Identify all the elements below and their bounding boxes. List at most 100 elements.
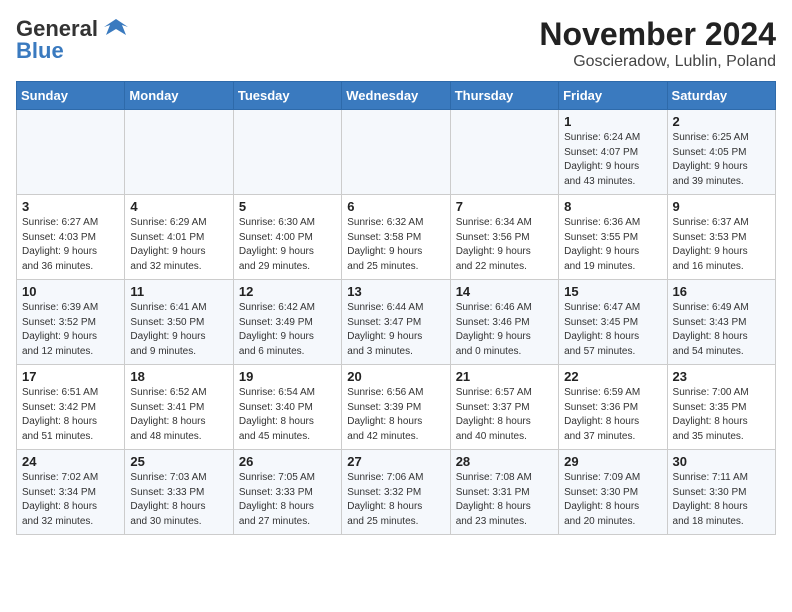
calendar-week-row: 24 Sunrise: 7:02 AM Sunset: 3:34 PM Dayli…	[17, 450, 776, 535]
calendar-cell: 19 Sunrise: 6:54 AM Sunset: 3:40 PM Dayli…	[233, 365, 341, 450]
day-number: 12	[239, 284, 336, 299]
calendar-cell: 6 Sunrise: 6:32 AM Sunset: 3:58 PM Daylig…	[342, 195, 450, 280]
day-number: 27	[347, 454, 444, 469]
calendar-cell	[342, 110, 450, 195]
day-number: 16	[673, 284, 770, 299]
calendar-week-row: 10 Sunrise: 6:39 AM Sunset: 3:52 PM Dayli…	[17, 280, 776, 365]
calendar-cell: 8 Sunrise: 6:36 AM Sunset: 3:55 PM Daylig…	[559, 195, 667, 280]
day-info: Sunrise: 6:56 AM Sunset: 3:39 PM Dayligh…	[347, 386, 444, 444]
calendar-cell	[450, 110, 558, 195]
calendar-cell: 13 Sunrise: 6:44 AM Sunset: 3:47 PM Dayli…	[342, 280, 450, 365]
calendar-week-row: 17 Sunrise: 6:51 AM Sunset: 3:42 PM Dayli…	[17, 365, 776, 450]
day-info: Sunrise: 6:47 AM Sunset: 3:45 PM Dayligh…	[564, 301, 661, 359]
header-sunday: Sunday	[17, 82, 125, 110]
calendar-week-row: 1 Sunrise: 6:24 AM Sunset: 4:07 PM Daylig…	[17, 110, 776, 195]
day-info: Sunrise: 7:03 AM Sunset: 3:33 PM Dayligh…	[130, 471, 227, 529]
day-number: 30	[673, 454, 770, 469]
day-number: 1	[564, 114, 661, 129]
day-info: Sunrise: 6:24 AM Sunset: 4:07 PM Dayligh…	[564, 131, 661, 189]
calendar-cell: 26 Sunrise: 7:05 AM Sunset: 3:33 PM Dayli…	[233, 450, 341, 535]
day-number: 20	[347, 369, 444, 384]
calendar-cell: 11 Sunrise: 6:41 AM Sunset: 3:50 PM Dayli…	[125, 280, 233, 365]
day-number: 29	[564, 454, 661, 469]
location: Goscieradow, Lublin, Poland	[539, 53, 776, 71]
day-info: Sunrise: 6:32 AM Sunset: 3:58 PM Dayligh…	[347, 216, 444, 274]
day-info: Sunrise: 6:29 AM Sunset: 4:01 PM Dayligh…	[130, 216, 227, 274]
page-header: General Blue November 2024 Goscieradow, …	[16, 16, 776, 71]
calendar-cell	[125, 110, 233, 195]
day-number: 8	[564, 199, 661, 214]
day-number: 22	[564, 369, 661, 384]
title-block: November 2024 Goscieradow, Lublin, Polan…	[539, 16, 776, 71]
calendar-cell: 20 Sunrise: 6:56 AM Sunset: 3:39 PM Dayli…	[342, 365, 450, 450]
header-friday: Friday	[559, 82, 667, 110]
day-info: Sunrise: 6:41 AM Sunset: 3:50 PM Dayligh…	[130, 301, 227, 359]
day-info: Sunrise: 6:54 AM Sunset: 3:40 PM Dayligh…	[239, 386, 336, 444]
day-number: 14	[456, 284, 553, 299]
day-number: 4	[130, 199, 227, 214]
logo-text-blue: Blue	[16, 38, 64, 64]
day-info: Sunrise: 6:49 AM Sunset: 3:43 PM Dayligh…	[673, 301, 770, 359]
day-number: 24	[22, 454, 119, 469]
calendar-cell: 27 Sunrise: 7:06 AM Sunset: 3:32 PM Dayli…	[342, 450, 450, 535]
day-info: Sunrise: 6:37 AM Sunset: 3:53 PM Dayligh…	[673, 216, 770, 274]
logo: General Blue	[16, 16, 130, 64]
calendar-cell: 1 Sunrise: 6:24 AM Sunset: 4:07 PM Daylig…	[559, 110, 667, 195]
day-info: Sunrise: 6:44 AM Sunset: 3:47 PM Dayligh…	[347, 301, 444, 359]
calendar-cell: 14 Sunrise: 6:46 AM Sunset: 3:46 PM Dayli…	[450, 280, 558, 365]
day-number: 25	[130, 454, 227, 469]
header-saturday: Saturday	[667, 82, 775, 110]
day-info: Sunrise: 6:25 AM Sunset: 4:05 PM Dayligh…	[673, 131, 770, 189]
day-number: 6	[347, 199, 444, 214]
header-tuesday: Tuesday	[233, 82, 341, 110]
day-number: 23	[673, 369, 770, 384]
day-info: Sunrise: 6:36 AM Sunset: 3:55 PM Dayligh…	[564, 216, 661, 274]
calendar-cell: 21Sunrise: 6:57 AM Sunset: 3:37 PM Dayli…	[450, 365, 558, 450]
calendar-cell: 25 Sunrise: 7:03 AM Sunset: 3:33 PM Dayli…	[125, 450, 233, 535]
calendar-cell: 28Sunrise: 7:08 AM Sunset: 3:31 PM Dayli…	[450, 450, 558, 535]
calendar-cell: 30Sunrise: 7:11 AM Sunset: 3:30 PM Dayli…	[667, 450, 775, 535]
day-number: 26	[239, 454, 336, 469]
day-info: Sunrise: 7:00 AM Sunset: 3:35 PM Dayligh…	[673, 386, 770, 444]
day-number: 21	[456, 369, 553, 384]
day-number: 13	[347, 284, 444, 299]
calendar-cell: 16 Sunrise: 6:49 AM Sunset: 3:43 PM Dayli…	[667, 280, 775, 365]
day-info: Sunrise: 7:05 AM Sunset: 3:33 PM Dayligh…	[239, 471, 336, 529]
calendar-cell: 24 Sunrise: 7:02 AM Sunset: 3:34 PM Dayli…	[17, 450, 125, 535]
day-info: Sunrise: 6:42 AM Sunset: 3:49 PM Dayligh…	[239, 301, 336, 359]
calendar-cell: 18Sunrise: 6:52 AM Sunset: 3:41 PM Dayli…	[125, 365, 233, 450]
month-title: November 2024	[539, 16, 776, 53]
calendar-cell: 17 Sunrise: 6:51 AM Sunset: 3:42 PM Dayli…	[17, 365, 125, 450]
day-info: Sunrise: 6:34 AM Sunset: 3:56 PM Dayligh…	[456, 216, 553, 274]
day-info: Sunrise: 6:46 AM Sunset: 3:46 PM Dayligh…	[456, 301, 553, 359]
day-info: Sunrise: 7:02 AM Sunset: 3:34 PM Dayligh…	[22, 471, 119, 529]
calendar-header-row: SundayMondayTuesdayWednesdayThursdayFrid…	[17, 82, 776, 110]
day-number: 19	[239, 369, 336, 384]
day-info: Sunrise: 6:51 AM Sunset: 3:42 PM Dayligh…	[22, 386, 119, 444]
day-info: Sunrise: 7:06 AM Sunset: 3:32 PM Dayligh…	[347, 471, 444, 529]
calendar-cell: 9 Sunrise: 6:37 AM Sunset: 3:53 PM Daylig…	[667, 195, 775, 280]
day-number: 7	[456, 199, 553, 214]
calendar-cell: 2Sunrise: 6:25 AM Sunset: 4:05 PM Daylig…	[667, 110, 775, 195]
day-number: 9	[673, 199, 770, 214]
day-number: 28	[456, 454, 553, 469]
header-wednesday: Wednesday	[342, 82, 450, 110]
calendar-cell: 12 Sunrise: 6:42 AM Sunset: 3:49 PM Dayli…	[233, 280, 341, 365]
logo-bird-icon	[102, 17, 130, 41]
day-info: Sunrise: 6:39 AM Sunset: 3:52 PM Dayligh…	[22, 301, 119, 359]
day-number: 5	[239, 199, 336, 214]
calendar-cell	[233, 110, 341, 195]
day-info: Sunrise: 6:52 AM Sunset: 3:41 PM Dayligh…	[130, 386, 227, 444]
calendar-week-row: 3Sunrise: 6:27 AM Sunset: 4:03 PM Daylig…	[17, 195, 776, 280]
header-thursday: Thursday	[450, 82, 558, 110]
calendar-cell: 7 Sunrise: 6:34 AM Sunset: 3:56 PM Daylig…	[450, 195, 558, 280]
calendar-cell: 15 Sunrise: 6:47 AM Sunset: 3:45 PM Dayli…	[559, 280, 667, 365]
day-number: 15	[564, 284, 661, 299]
day-number: 11	[130, 284, 227, 299]
calendar-cell	[17, 110, 125, 195]
day-number: 10	[22, 284, 119, 299]
calendar-table: SundayMondayTuesdayWednesdayThursdayFrid…	[16, 81, 776, 535]
calendar-cell: 23 Sunrise: 7:00 AM Sunset: 3:35 PM Dayli…	[667, 365, 775, 450]
day-number: 17	[22, 369, 119, 384]
calendar-cell: 4 Sunrise: 6:29 AM Sunset: 4:01 PM Daylig…	[125, 195, 233, 280]
